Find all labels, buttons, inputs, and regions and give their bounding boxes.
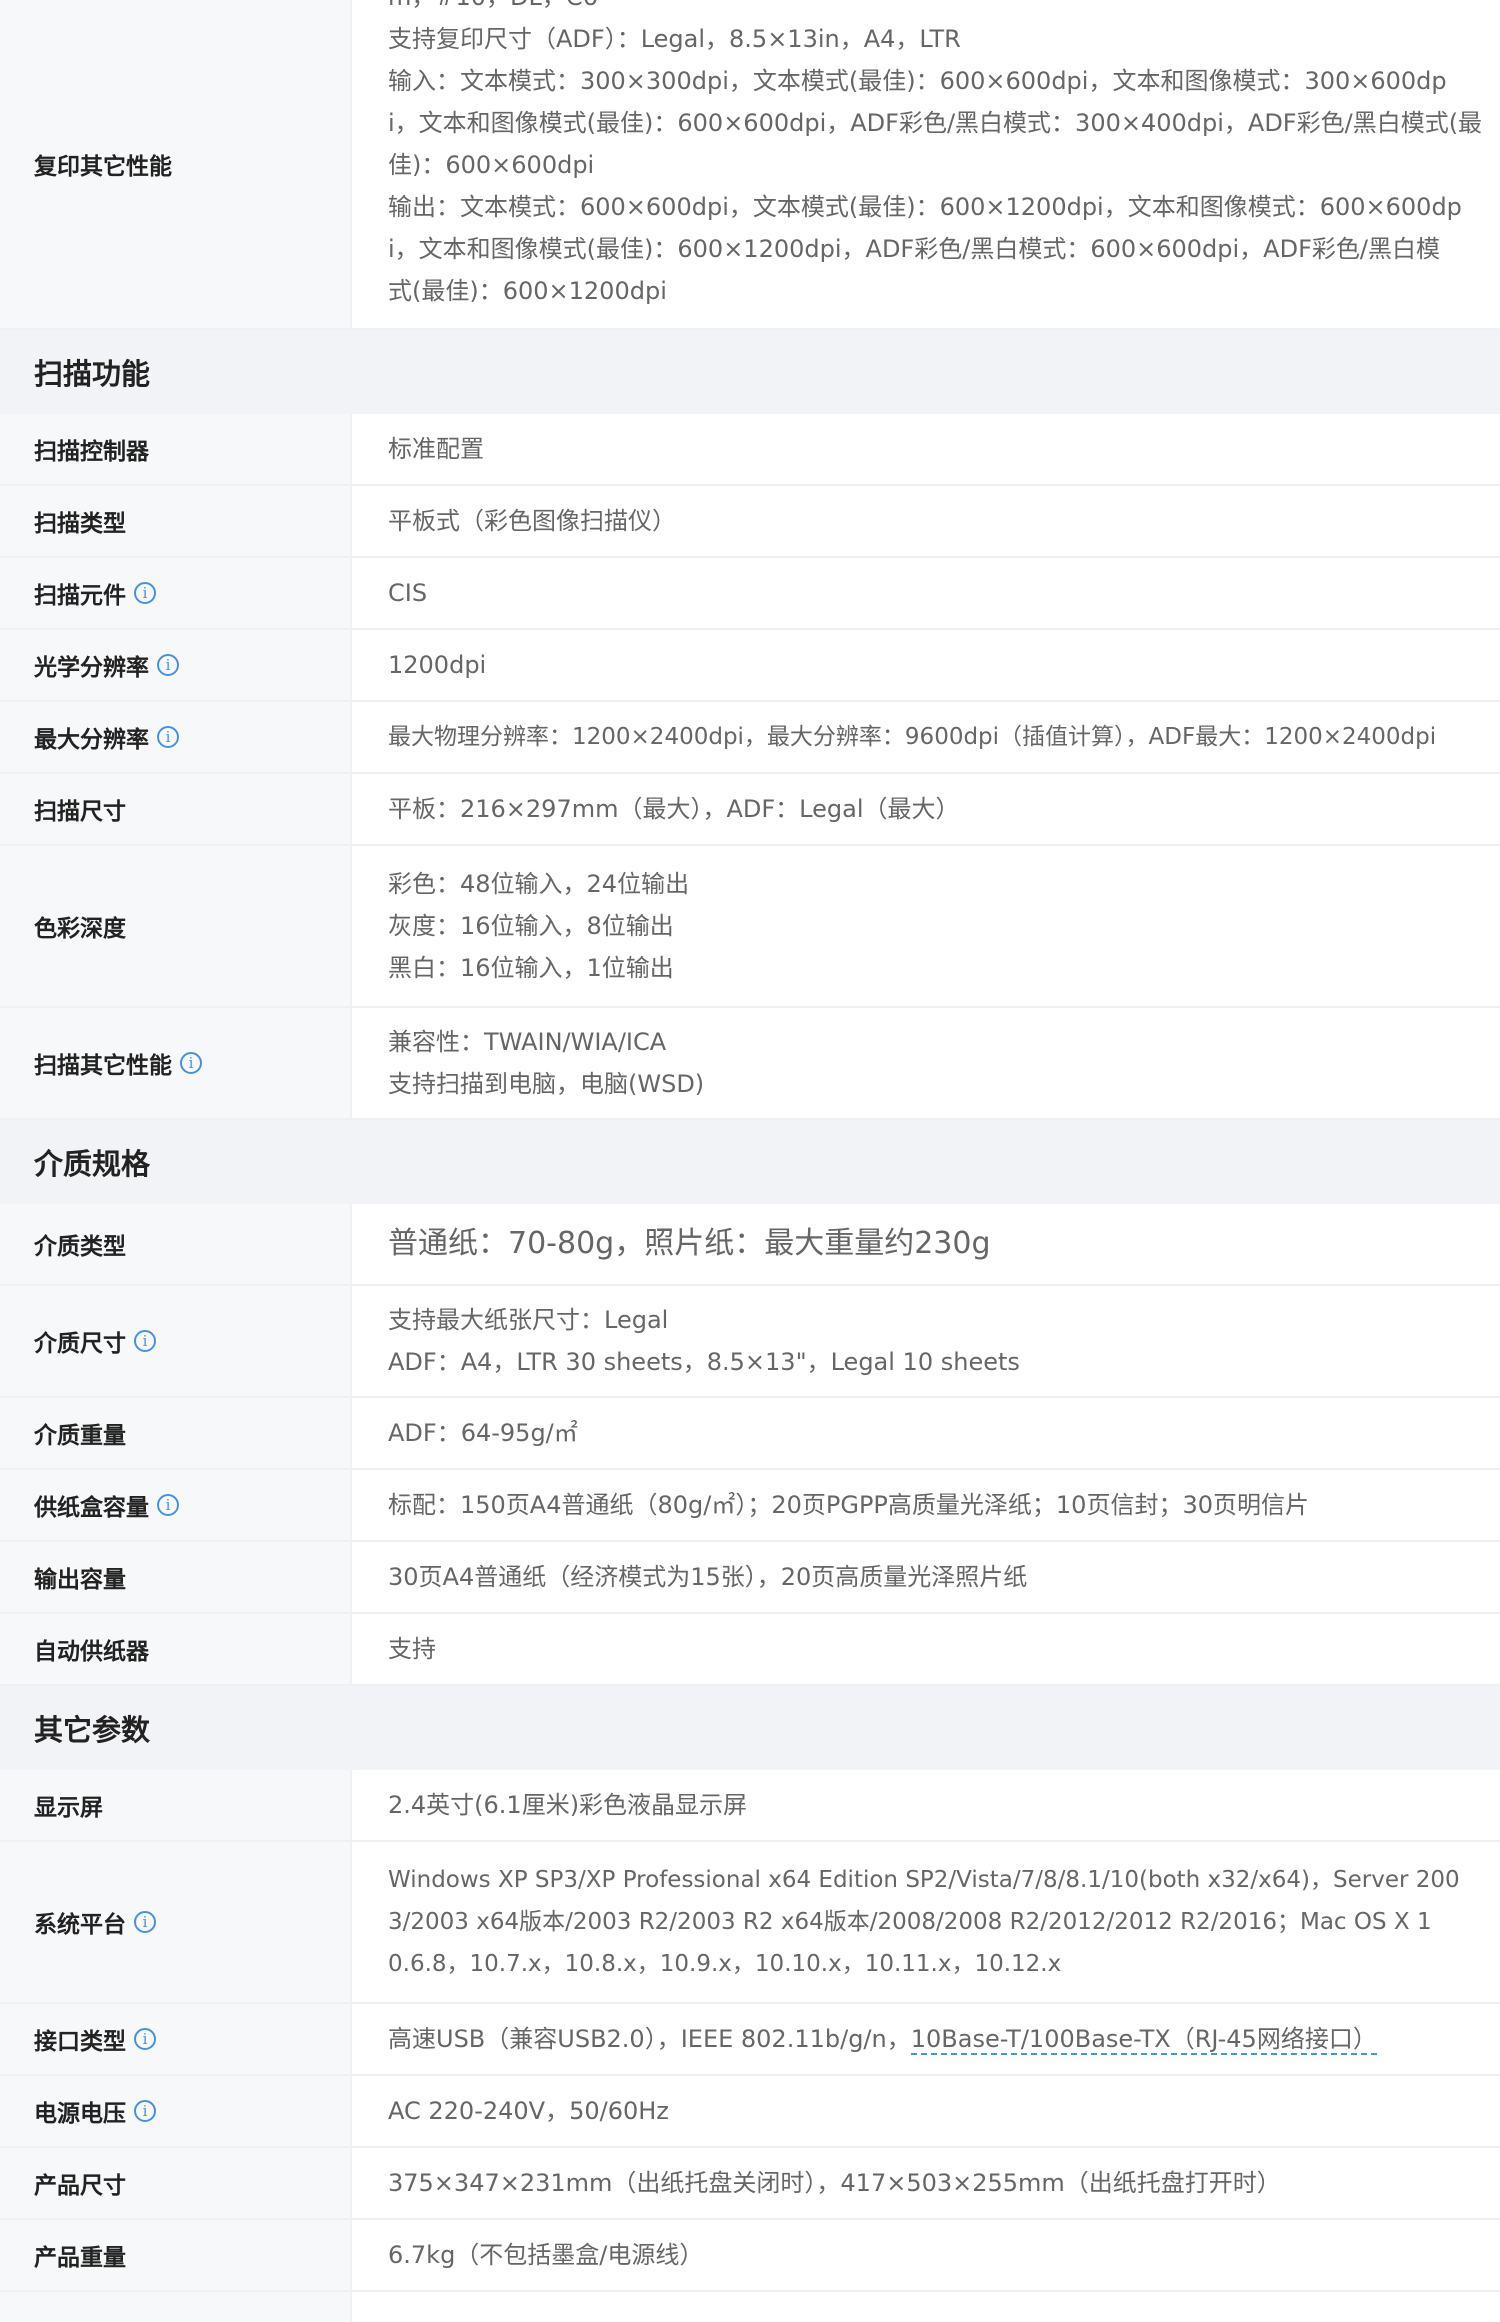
spec-row-display: 显示屏 2.4英寸(6.1厘米)彩色液晶显示屏 (0, 1770, 1500, 1842)
spec-row-output: 输出容量 30页A4普通纸（经济模式为15张），20页高质量光泽照片纸 (0, 1542, 1500, 1614)
info-icon[interactable]: i (134, 1330, 156, 1352)
spec-line: m，#10，DL，C6 (388, 0, 1488, 18)
spec-row-partial (0, 2292, 1500, 2322)
section-header-scan: 扫描功能 (0, 330, 1500, 414)
spec-row-scan-controller: 扫描控制器 标准配置 (0, 414, 1500, 486)
spec-row-scan-other: 扫描其它性能 i 兼容性：TWAIN/WIA/ICA 支持扫描到电脑，电脑(WSD… (0, 1008, 1500, 1120)
spec-line: 输入：文本模式：300×300dpi，文本模式(最佳)：600×600dpi，文… (388, 67, 1447, 95)
spec-table: 复印其它性能 m，#10，DL，C6 支持复印尺寸（ADF）：Legal，8.5… (0, 0, 1500, 2322)
info-icon[interactable]: i (134, 2028, 156, 2050)
spec-row-weight: 产品重量 6.7kg（不包括墨盒/电源线） (0, 2220, 1500, 2292)
section-header-media: 介质规格 (0, 1120, 1500, 1204)
spec-line: i，文本和图像模式(最佳)：600×600dpi，ADF彩色/黑白模式：300×… (388, 109, 1483, 137)
network-interface-link[interactable]: 10Base-T/100Base-TX（RJ-45网络接口） (910, 2025, 1377, 2055)
section-header-other: 其它参数 (0, 1686, 1500, 1770)
spec-line: 佳)：600×600dpi (388, 151, 595, 179)
spec-row-tray: 供纸盒容量 i 标配：150页A4普通纸（80g/㎡）；20页PGPP高质量光泽纸… (0, 1470, 1500, 1542)
spec-row-os: 系统平台 i Windows XP SP3/XP Professional x64… (0, 1842, 1500, 2004)
spec-line: 输出：文本模式：600×600dpi，文本模式(最佳)：600×1200dpi，… (388, 193, 1462, 221)
spec-row-scan-type: 扫描类型 平板式（彩色图像扫描仪） (0, 486, 1500, 558)
spec-line: 式(最佳)：600×1200dpi (388, 277, 667, 305)
spec-row-media-weight: 介质重量 ADF：64-95g/㎡ (0, 1398, 1500, 1470)
info-icon[interactable]: i (134, 2100, 156, 2122)
spec-row-media-size: 介质尺寸 i 支持最大纸张尺寸：Legal ADF：A4，LTR 30 sheet… (0, 1286, 1500, 1398)
info-icon[interactable]: i (134, 582, 156, 604)
info-icon[interactable]: i (157, 1494, 179, 1516)
spec-row-color-depth: 色彩深度 彩色：48位输入，24位输出 灰度：16位输入，8位输出 黑白：16位… (0, 846, 1500, 1008)
spec-row-adf: 自动供纸器 支持 (0, 1614, 1500, 1686)
spec-row-media-type: 介质类型 普通纸：70-80g，照片纸：最大重量约230g (0, 1204, 1500, 1286)
spec-row-optical-res: 光学分辨率 i 1200dpi (0, 630, 1500, 702)
spec-line: 支持复印尺寸（ADF）：Legal，8.5×13in，A4，LTR (388, 25, 961, 53)
spec-row-power: 电源电压 i AC 220-240V，50/60Hz (0, 2076, 1500, 2148)
spec-line: i，文本和图像模式(最佳)：600×1200dpi，ADF彩色/黑白模式：600… (388, 235, 1440, 263)
spec-label: 复印其它性能 (0, 0, 352, 328)
spec-row-interface: 接口类型 i 高速USB（兼容USB2.0），IEEE 802.11b/g/n，1… (0, 2004, 1500, 2076)
spec-row-scan-element: 扫描元件 i CIS (0, 558, 1500, 630)
spec-row-dimensions: 产品尺寸 375×347×231mm（出纸托盘关闭时），417×503×255m… (0, 2148, 1500, 2220)
spec-row-copy-other: 复印其它性能 m，#10，DL，C6 支持复印尺寸（ADF）：Legal，8.5… (0, 0, 1500, 330)
info-icon[interactable]: i (134, 1911, 156, 1933)
spec-value: m，#10，DL，C6 支持复印尺寸（ADF）：Legal，8.5×13in，A… (352, 0, 1500, 328)
info-icon[interactable]: i (180, 1052, 202, 1074)
spec-row-scan-size: 扫描尺寸 平板：216×297mm（最大），ADF：Legal（最大） (0, 774, 1500, 846)
spec-row-max-res: 最大分辨率 i 最大物理分辨率：1200×2400dpi，最大分辨率：9600dp… (0, 702, 1500, 774)
info-icon[interactable]: i (157, 654, 179, 676)
info-icon[interactable]: i (157, 726, 179, 748)
